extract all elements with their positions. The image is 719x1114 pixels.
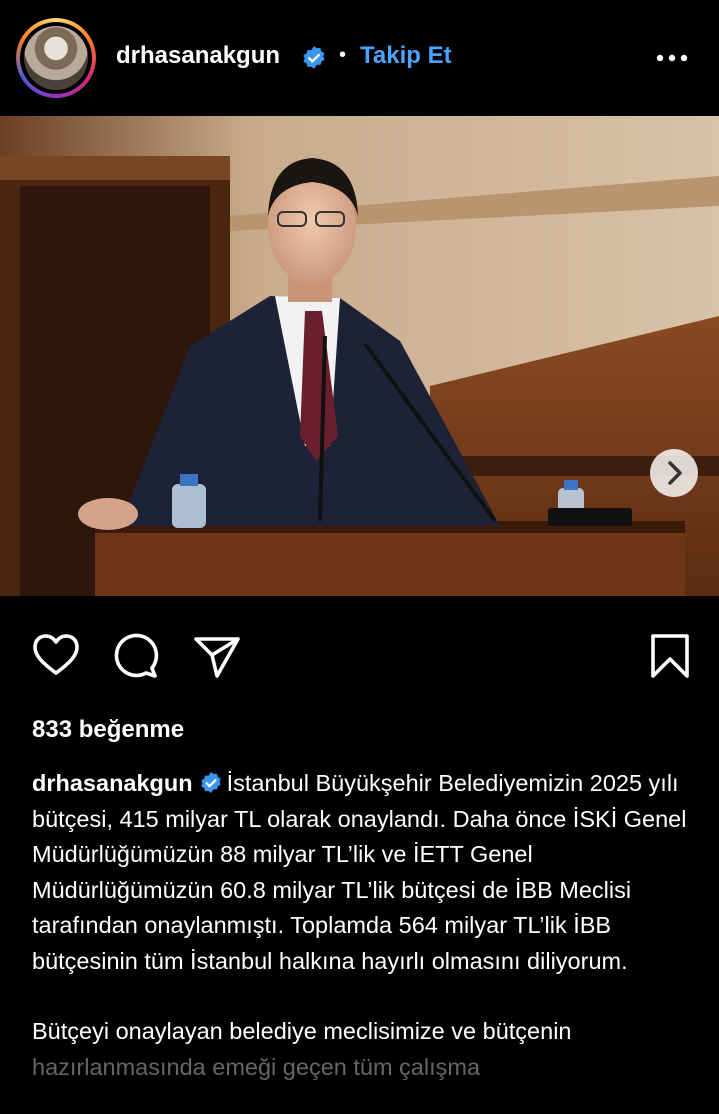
caption-text-2: Bütçeyi onaylayan belediye meclisimize v… [32,1018,572,1044]
caption-username[interactable]: drhasanakgun [32,770,193,796]
caption-paragraph-1: drhasanakgun İstanbul Büyükşehir Belediye… [32,766,692,979]
post-caption: drhasanakgun İstanbul Büyükşehir Belediye… [32,766,692,1085]
profile-avatar[interactable] [16,18,96,98]
chevron-right-icon [668,461,682,485]
photo-illustration [0,116,719,596]
like-count[interactable]: 833 beğenme [32,716,184,744]
verified-badge-icon [200,772,221,793]
bookmark-icon[interactable] [645,631,695,681]
heart-icon[interactable] [31,631,81,681]
post-header: drhasanakgun • Takip Et [0,0,719,116]
avatar-image [24,26,88,90]
verified-badge-icon [303,46,325,69]
caption-paragraph-2: Bütçeyi onaylayan belediye meclisimize v… [32,1014,692,1085]
more-options-icon[interactable] [654,48,690,68]
post-actions [0,625,719,689]
header-separator: • [339,44,347,66]
post-image[interactable] [0,116,719,596]
caption-text-1: İstanbul Büyükşehir Belediyemizin 2025 y… [32,770,687,974]
post-username[interactable]: drhasanakgun [116,42,280,70]
caption-text-truncated: hazırlanmasında emeği geçen tüm çalışma [32,1053,481,1080]
comment-icon[interactable] [111,631,161,681]
send-icon[interactable] [192,631,242,681]
carousel-next-button[interactable] [650,449,698,497]
follow-button[interactable]: Takip Et [360,42,452,70]
